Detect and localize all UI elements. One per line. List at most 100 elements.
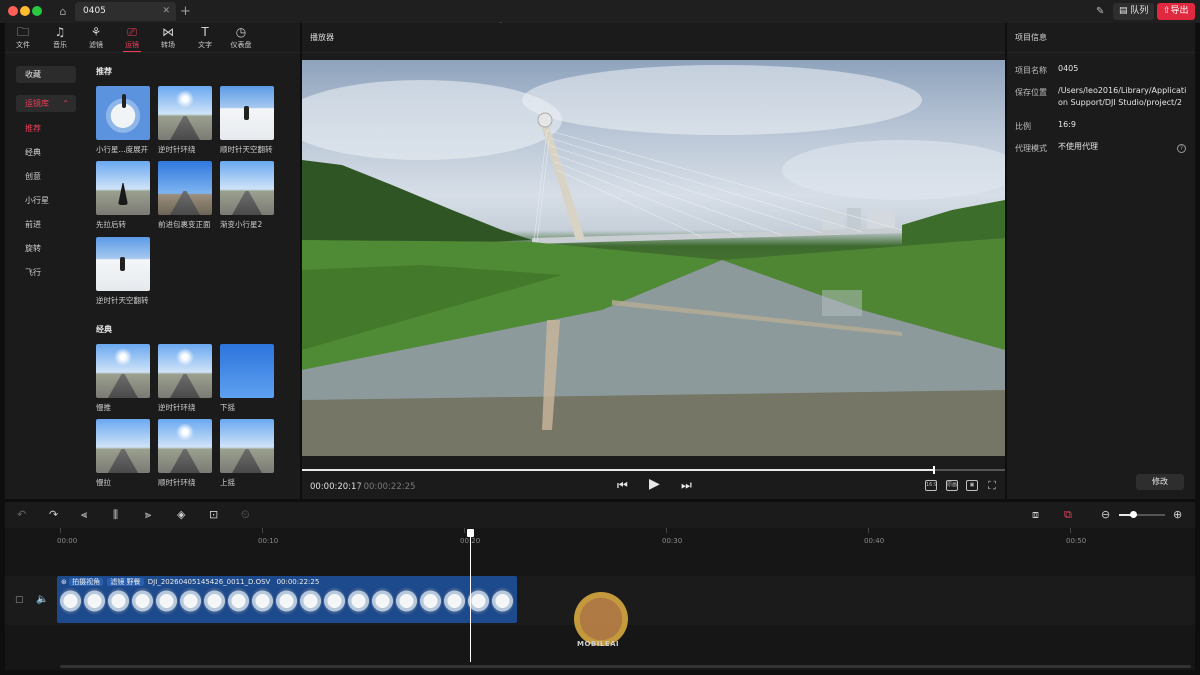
video-clip[interactable]: ⊛ 拍摄视角 滤镜 野餐 DJI_20260405145426_0011_D.O… xyxy=(57,576,517,623)
tool-text[interactable]: T 文字 xyxy=(187,25,223,50)
snap-icon[interactable]: ⧈ xyxy=(1032,508,1039,522)
playback-scrubber[interactable] xyxy=(302,466,1005,474)
zoom-in-icon[interactable]: ⊕ xyxy=(1173,508,1182,522)
zoom-slider-handle[interactable] xyxy=(1130,511,1137,518)
effect-card[interactable]: 上摇 xyxy=(220,419,274,488)
notes-icon[interactable]: ✎ xyxy=(1090,3,1110,20)
ruler-label: 00:40 xyxy=(864,537,885,545)
playback-progress xyxy=(302,469,935,471)
title-bar: ⌂ 0405 ✕ + ➤ ✎ ▤ 队列 ⇧导出 xyxy=(0,0,1200,33)
clip-frame xyxy=(131,588,154,614)
clip-frame xyxy=(371,588,394,614)
fullscreen-icon[interactable]: ⛶ xyxy=(986,480,998,491)
skip-forward-icon[interactable]: ⏭ xyxy=(681,478,692,493)
effect-card[interactable]: 顺时针天空翻转 xyxy=(220,86,274,155)
keyframe-icon[interactable]: ◈ xyxy=(177,508,185,522)
project-tab-title: 0405 xyxy=(83,6,106,16)
clip-frame xyxy=(323,588,346,614)
category-rotate[interactable]: 旋转 xyxy=(25,243,41,254)
split-right-icon[interactable]: ⫸ xyxy=(145,508,151,522)
tool-filter[interactable]: ⚘ 滤镜 xyxy=(78,25,114,50)
redo-icon[interactable]: ↷ xyxy=(49,508,58,522)
tool-transition[interactable]: ⋈ 转场 xyxy=(150,25,186,50)
proxy-mode-value: 不使用代理 xyxy=(1058,142,1098,151)
effect-card[interactable]: 慢推 xyxy=(96,344,150,413)
timeline[interactable]: 00:00 00:10 00:20 00:30 00:40 00:50 ▢ 🔈 … xyxy=(5,528,1195,670)
minimize-window-button[interactable] xyxy=(20,6,30,16)
play-icon[interactable]: ▶ xyxy=(649,476,660,492)
effect-card[interactable]: 慢拉 xyxy=(96,419,150,488)
watermark-logo xyxy=(574,592,628,646)
home-icon[interactable]: ⌂ xyxy=(54,3,72,20)
tool-dashboard[interactable]: ◷ 仪表盘 xyxy=(223,25,259,50)
project-tab[interactable]: 0405 ✕ xyxy=(75,2,176,21)
music-icon: ♫ xyxy=(54,25,66,39)
text-icon: T xyxy=(201,25,209,39)
zoom-window-button[interactable] xyxy=(32,6,42,16)
zoom-out-icon[interactable]: ⊖ xyxy=(1101,508,1110,522)
effect-card[interactable]: 先拉后转 xyxy=(96,161,150,230)
queue-button[interactable]: ▤ 队列 xyxy=(1113,3,1155,20)
aspect-ratio-icon[interactable]: 16:9 xyxy=(925,480,937,491)
tool-camera-move[interactable]: ⎚ 运镜 xyxy=(114,25,150,52)
timeline-scrollbar[interactable] xyxy=(60,665,1191,668)
export-button[interactable]: ⇧导出 xyxy=(1157,3,1195,20)
tool-label: 仪表盘 xyxy=(230,41,252,49)
magnet-icon[interactable]: ⧉ xyxy=(1064,508,1072,522)
category-tiny-planet[interactable]: 小行星 xyxy=(25,195,49,206)
effect-card[interactable]: 下摇 xyxy=(220,344,274,413)
auto-focus-icon[interactable]: ⊡ xyxy=(209,508,218,522)
track-audio-icon[interactable]: 🔈 xyxy=(36,594,48,605)
category-creative[interactable]: 创意 xyxy=(25,171,41,182)
snapshot-icon[interactable]: ▣ xyxy=(966,480,978,491)
scrubber-handle[interactable] xyxy=(932,466,935,474)
effect-card[interactable]: 顺时针环绕 xyxy=(158,419,212,488)
clip-frame xyxy=(251,588,274,614)
video-preview[interactable] xyxy=(302,60,1005,456)
close-window-button[interactable] xyxy=(8,6,18,16)
add-tab-button[interactable]: + xyxy=(180,2,191,21)
zoom-slider[interactable] xyxy=(1119,511,1165,518)
playhead[interactable] xyxy=(467,529,474,662)
category-classic[interactable]: 经典 xyxy=(25,147,41,158)
effect-label: 逆时针环绕 xyxy=(158,403,196,412)
effect-label: 逆时针环绕 xyxy=(158,145,196,154)
category-fly[interactable]: 飞行 xyxy=(25,267,41,278)
effect-card[interactable]: 渐变小行星2 xyxy=(220,161,274,230)
quality-icon[interactable]: 原画 xyxy=(946,480,958,491)
effect-label: 顺时针环绕 xyxy=(158,478,196,487)
split-left-icon[interactable]: ⫷ xyxy=(81,508,87,522)
project-info-panel: 项目信息 项目名称 0405 保存位置 /Users/leo2016/Libra… xyxy=(1007,23,1195,499)
help-icon[interactable]: ? xyxy=(1177,144,1186,153)
tool-music[interactable]: ♫ 音乐 xyxy=(42,25,78,50)
save-location-label: 保存位置 xyxy=(1015,88,1047,97)
queue-icon: ▤ xyxy=(1119,6,1131,16)
favorites-button[interactable]: 收藏 xyxy=(16,66,76,83)
category-forward[interactable]: 前进 xyxy=(25,219,41,230)
effect-card[interactable]: 逆时针天空翻转 xyxy=(96,237,150,306)
track-visibility-icon[interactable]: ▢ xyxy=(15,595,24,605)
clip-duration: 00:00:22:25 xyxy=(276,578,320,586)
camera-move-icon: ⎚ xyxy=(127,25,137,39)
tool-file[interactable]: 🗀 文件 xyxy=(5,25,41,50)
clip-tag-filter: 滤镜 野餐 xyxy=(107,578,144,586)
camera-library-label: 运镜库 xyxy=(25,99,49,108)
left-panel: 🗀 文件 ♫ 音乐 ⚘ 滤镜 ⎚ 运镜 ⋈ 转场 T 文字 ◷ 仪表盘 收藏 运镜库 ⌃ 推荐… xyxy=(5,23,300,499)
category-recommended[interactable]: 推荐 xyxy=(25,123,41,134)
effect-card[interactable]: 逆时针环绕 xyxy=(158,86,212,155)
edit-button[interactable]: 修改 xyxy=(1136,474,1184,490)
clip-header: ⊛ 拍摄视角 滤镜 野餐 DJI_20260405145426_0011_D.O… xyxy=(57,576,517,588)
effect-thumbnail xyxy=(220,86,274,140)
camera-library-toggle[interactable]: 运镜库 ⌃ xyxy=(16,95,76,112)
close-tab-icon[interactable]: ✕ xyxy=(162,2,170,21)
effect-card[interactable]: 逆时针环绕 xyxy=(158,344,212,413)
timer-icon[interactable]: ⏲ xyxy=(241,508,250,522)
ruler-tick xyxy=(262,528,263,533)
effect-card[interactable]: 前进包裹变正面 xyxy=(158,161,212,230)
skip-back-icon[interactable]: ⏮ xyxy=(617,478,628,493)
clip-source-icon: ⊛ xyxy=(61,578,70,586)
split-icon[interactable]: ⫼ xyxy=(113,508,118,522)
project-name-value: 0405 xyxy=(1058,64,1079,73)
effect-card[interactable]: 小行星...度展开 xyxy=(96,86,150,155)
undo-icon[interactable]: ↶ xyxy=(17,508,26,522)
